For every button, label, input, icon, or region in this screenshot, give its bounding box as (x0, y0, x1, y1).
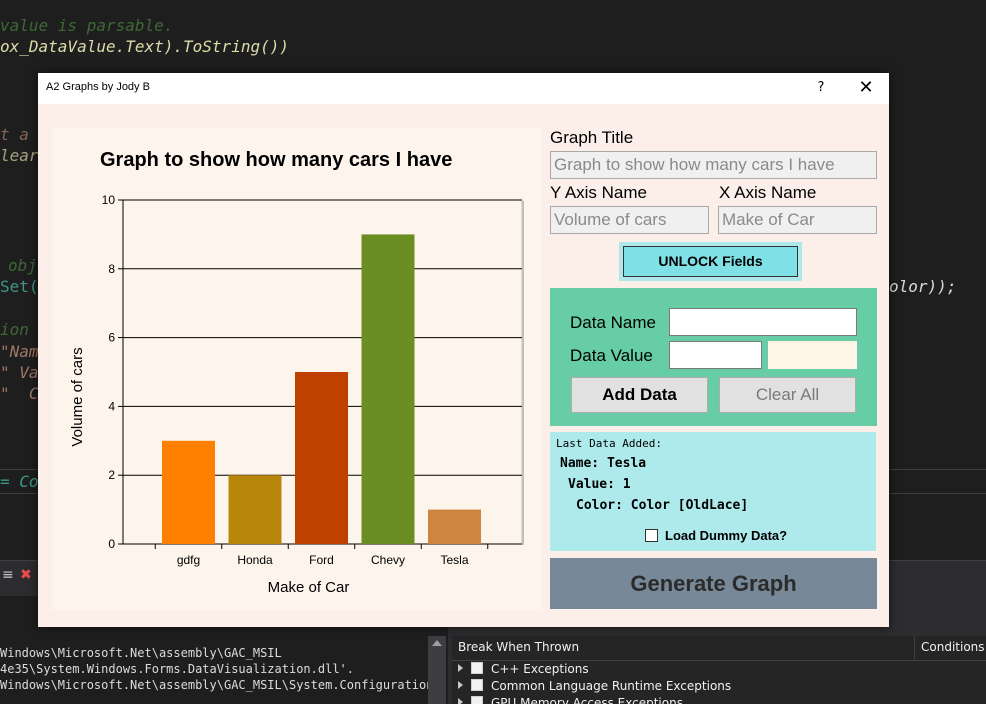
break-when-thrown-header[interactable]: Break When Thrown (458, 640, 579, 654)
exception-row[interactable]: C++ Exceptions (458, 662, 589, 679)
data-value-label: Data Value (570, 346, 653, 365)
help-button[interactable]: ? (804, 73, 838, 104)
exception-settings-pane: Break When Thrown Conditions C++ Excepti… (452, 636, 986, 704)
code-line: " Va (0, 363, 39, 382)
code-line: Set( (0, 277, 39, 296)
y-tick-label: 8 (108, 262, 115, 276)
title-bar[interactable]: A2 Graphs by Jody B ? ✕ (38, 73, 889, 104)
bar (162, 440, 215, 544)
x-tick-label: Ford (309, 553, 334, 567)
window-title: A2 Graphs by Jody B (46, 81, 150, 93)
unlock-button-frame: UNLOCK Fields (619, 242, 802, 281)
output-line: Windows\Microsoft.Net\assembly\GAC_MSIL (0, 646, 282, 660)
output-scrollbar[interactable] (428, 636, 446, 704)
color-swatch[interactable] (768, 341, 857, 369)
last-data-color: Color: Color [OldLace] (576, 498, 749, 513)
y-tick-label: 4 (108, 399, 115, 413)
last-data-name: Name: Tesla (560, 456, 647, 471)
last-data-heading: Last Data Added: (556, 437, 662, 450)
code-line: ox_DataValue.Text).ToString()) (0, 37, 289, 56)
close-button[interactable]: ✕ (848, 73, 884, 104)
expand-icon[interactable] (458, 681, 463, 689)
code-line: value is parsable. (0, 16, 174, 35)
data-value-input[interactable] (669, 341, 762, 369)
bar (361, 234, 415, 544)
code-line: " C (0, 384, 39, 403)
chart-panel: Graph to show how many cars I have 0 2 4 6 8 1… (52, 128, 541, 610)
code-line: "Nam (0, 342, 39, 361)
exception-label: Common Language Runtime Exceptions (491, 679, 732, 693)
x-tick-label: gdfg (177, 553, 200, 567)
exception-checkbox[interactable] (471, 679, 483, 691)
code-line: lear (0, 146, 39, 165)
y-tick-label: 0 (108, 537, 115, 551)
bar (428, 509, 481, 544)
bar (295, 372, 348, 544)
data-name-input[interactable] (669, 308, 857, 336)
generate-graph-button[interactable]: Generate Graph (550, 558, 877, 609)
data-entry-panel: Data Name Data Value Add Data Clear All (550, 288, 877, 426)
output-line: Windows\Microsoft.Net\assembly\GAC_MSIL\… (0, 678, 434, 692)
graphs-dialog: A2 Graphs by Jody B ? ✕ Graph to show ho… (38, 73, 889, 627)
output-lines: Windows\Microsoft.Net\assembly\GAC_MSIL … (0, 646, 433, 704)
last-data-panel: Last Data Added: Name: Tesla Value: 1 Co… (550, 432, 876, 551)
code-line: ion (0, 320, 29, 339)
data-name-label: Data Name (570, 313, 656, 332)
x-tick-label: Honda (237, 553, 273, 567)
expand-icon[interactable] (458, 664, 463, 672)
exception-row[interactable]: Common Language Runtime Exceptions (458, 679, 731, 696)
exception-row[interactable]: GPU Memory Access Exceptions (458, 696, 683, 704)
graph-title-field[interactable]: Graph to show how many cars I have (550, 151, 877, 179)
bar (228, 475, 282, 544)
error-list-icon[interactable]: ✖ (20, 567, 32, 583)
dummy-data-label[interactable]: Load Dummy Data? (665, 528, 787, 543)
exception-checkbox[interactable] (471, 696, 483, 704)
y-tick-label: 10 (102, 193, 116, 207)
exception-label: GPU Memory Access Exceptions (491, 696, 683, 704)
code-line: = Co (0, 472, 39, 491)
y-tick-label: 6 (108, 331, 115, 345)
code-line: obj (8, 256, 37, 275)
expand-icon[interactable] (458, 698, 463, 704)
last-data-value: Value: 1 (568, 477, 631, 492)
unlock-fields-button[interactable]: UNLOCK Fields (623, 246, 798, 277)
code-line: t a (0, 125, 29, 144)
x-axis-name-field[interactable]: Make of Car (718, 206, 877, 234)
y-axis-name-label: Y Axis Name (550, 183, 648, 202)
clear-all-button[interactable]: Clear All (719, 377, 856, 413)
conditions-column[interactable]: Conditions (914, 636, 986, 660)
scroll-up-icon[interactable] (432, 640, 442, 646)
graph-title-label: Graph Title (550, 128, 634, 147)
exception-label: C++ Exceptions (491, 662, 589, 676)
exception-checkbox[interactable] (471, 662, 483, 674)
bar-chart: Graph to show how many cars I have 0 2 4 6 8 1… (69, 149, 524, 596)
add-data-button[interactable]: Add Data (571, 377, 708, 413)
x-tick-label: Chevy (371, 553, 405, 567)
y-axis-name-field[interactable]: Volume of cars (550, 206, 709, 234)
x-tick-label: Tesla (440, 553, 468, 567)
y-axis-title: Volume of cars (69, 347, 86, 446)
dummy-data-checkbox[interactable] (645, 529, 658, 542)
output-line: 4e35\System.Windows.Forms.DataVisualizat… (0, 662, 355, 676)
code-line: olor)); (889, 277, 957, 296)
x-axis-name-label: X Axis Name (719, 183, 817, 202)
chart-title: Graph to show how many cars I have (100, 149, 452, 171)
list-icon[interactable]: ≡ (2, 567, 14, 583)
y-tick-label: 2 (108, 468, 115, 482)
exceptions-header: Break When Thrown Conditions (452, 636, 986, 661)
x-axis-title: Make of Car (268, 579, 350, 596)
conditions-header: Conditions (921, 640, 985, 654)
